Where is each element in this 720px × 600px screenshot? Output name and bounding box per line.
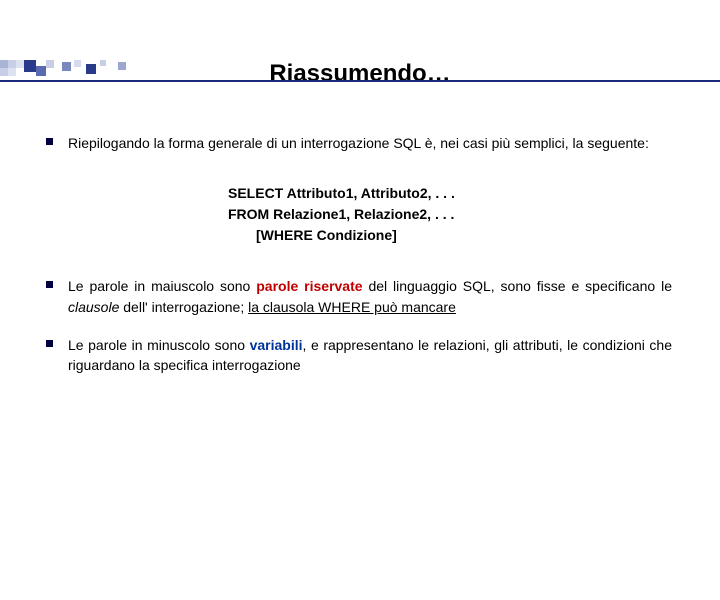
bullet-text: del linguaggio SQL, sono fisse e specifi… xyxy=(363,278,672,294)
bullet-icon xyxy=(46,281,53,288)
deco-square xyxy=(86,64,96,74)
sql-syntax-block: SELECT Attributo1, Attributo2, . . . FRO… xyxy=(228,183,672,246)
bullet-text: Le parole in maiuscolo sono xyxy=(68,278,256,294)
deco-square xyxy=(36,66,46,76)
deco-square xyxy=(0,80,720,82)
bullet-text: Le parole in minuscolo sono xyxy=(68,337,250,353)
deco-square xyxy=(100,60,106,66)
select-keyword: SELECT xyxy=(228,185,283,201)
where-keyword: WHERE xyxy=(261,227,313,243)
deco-square xyxy=(16,60,24,68)
deco-square xyxy=(118,62,126,70)
deco-square xyxy=(8,60,16,68)
deco-square xyxy=(8,68,16,76)
bullet-item: Le parole in minuscolo sono variabili, e… xyxy=(68,335,672,376)
where-arg: Condizione xyxy=(313,227,392,243)
from-keyword: FROM xyxy=(228,206,269,222)
sql-where-line: [WHERE Condizione] xyxy=(228,225,672,246)
deco-square xyxy=(62,62,71,71)
deco-square xyxy=(0,68,8,76)
bullet-text: dell' interrogazione; xyxy=(119,299,248,315)
bullet-item: Le parole in maiuscolo sono parole riser… xyxy=(68,276,672,317)
variable-word: variabili xyxy=(250,337,303,353)
deco-square xyxy=(46,60,54,68)
sql-select-line: SELECT Attributo1, Attributo2, . . . xyxy=(228,183,672,204)
where-clause-note: la clausola WHERE può mancare xyxy=(248,299,456,315)
deco-square xyxy=(24,60,36,72)
slide-decoration xyxy=(0,60,720,100)
bullet-text: Riepilogando la forma generale di un int… xyxy=(68,135,649,151)
from-args: Relazione1, Relazione2, . . . xyxy=(269,206,454,222)
slide-content: Riepilogando la forma generale di un int… xyxy=(0,133,720,375)
reserved-words: parole riservate xyxy=(256,278,362,294)
deco-square xyxy=(0,60,8,68)
bullet-icon xyxy=(46,138,53,145)
right-bracket: ] xyxy=(392,227,397,243)
sql-from-line: FROM Relazione1, Relazione2, . . . xyxy=(228,204,672,225)
bullet-icon xyxy=(46,340,53,347)
select-args: Attributo1, Attributo2, . . . xyxy=(283,185,455,201)
bullet-item: Riepilogando la forma generale di un int… xyxy=(68,133,672,153)
deco-square xyxy=(74,60,81,67)
clausole-word: clausole xyxy=(68,299,119,315)
